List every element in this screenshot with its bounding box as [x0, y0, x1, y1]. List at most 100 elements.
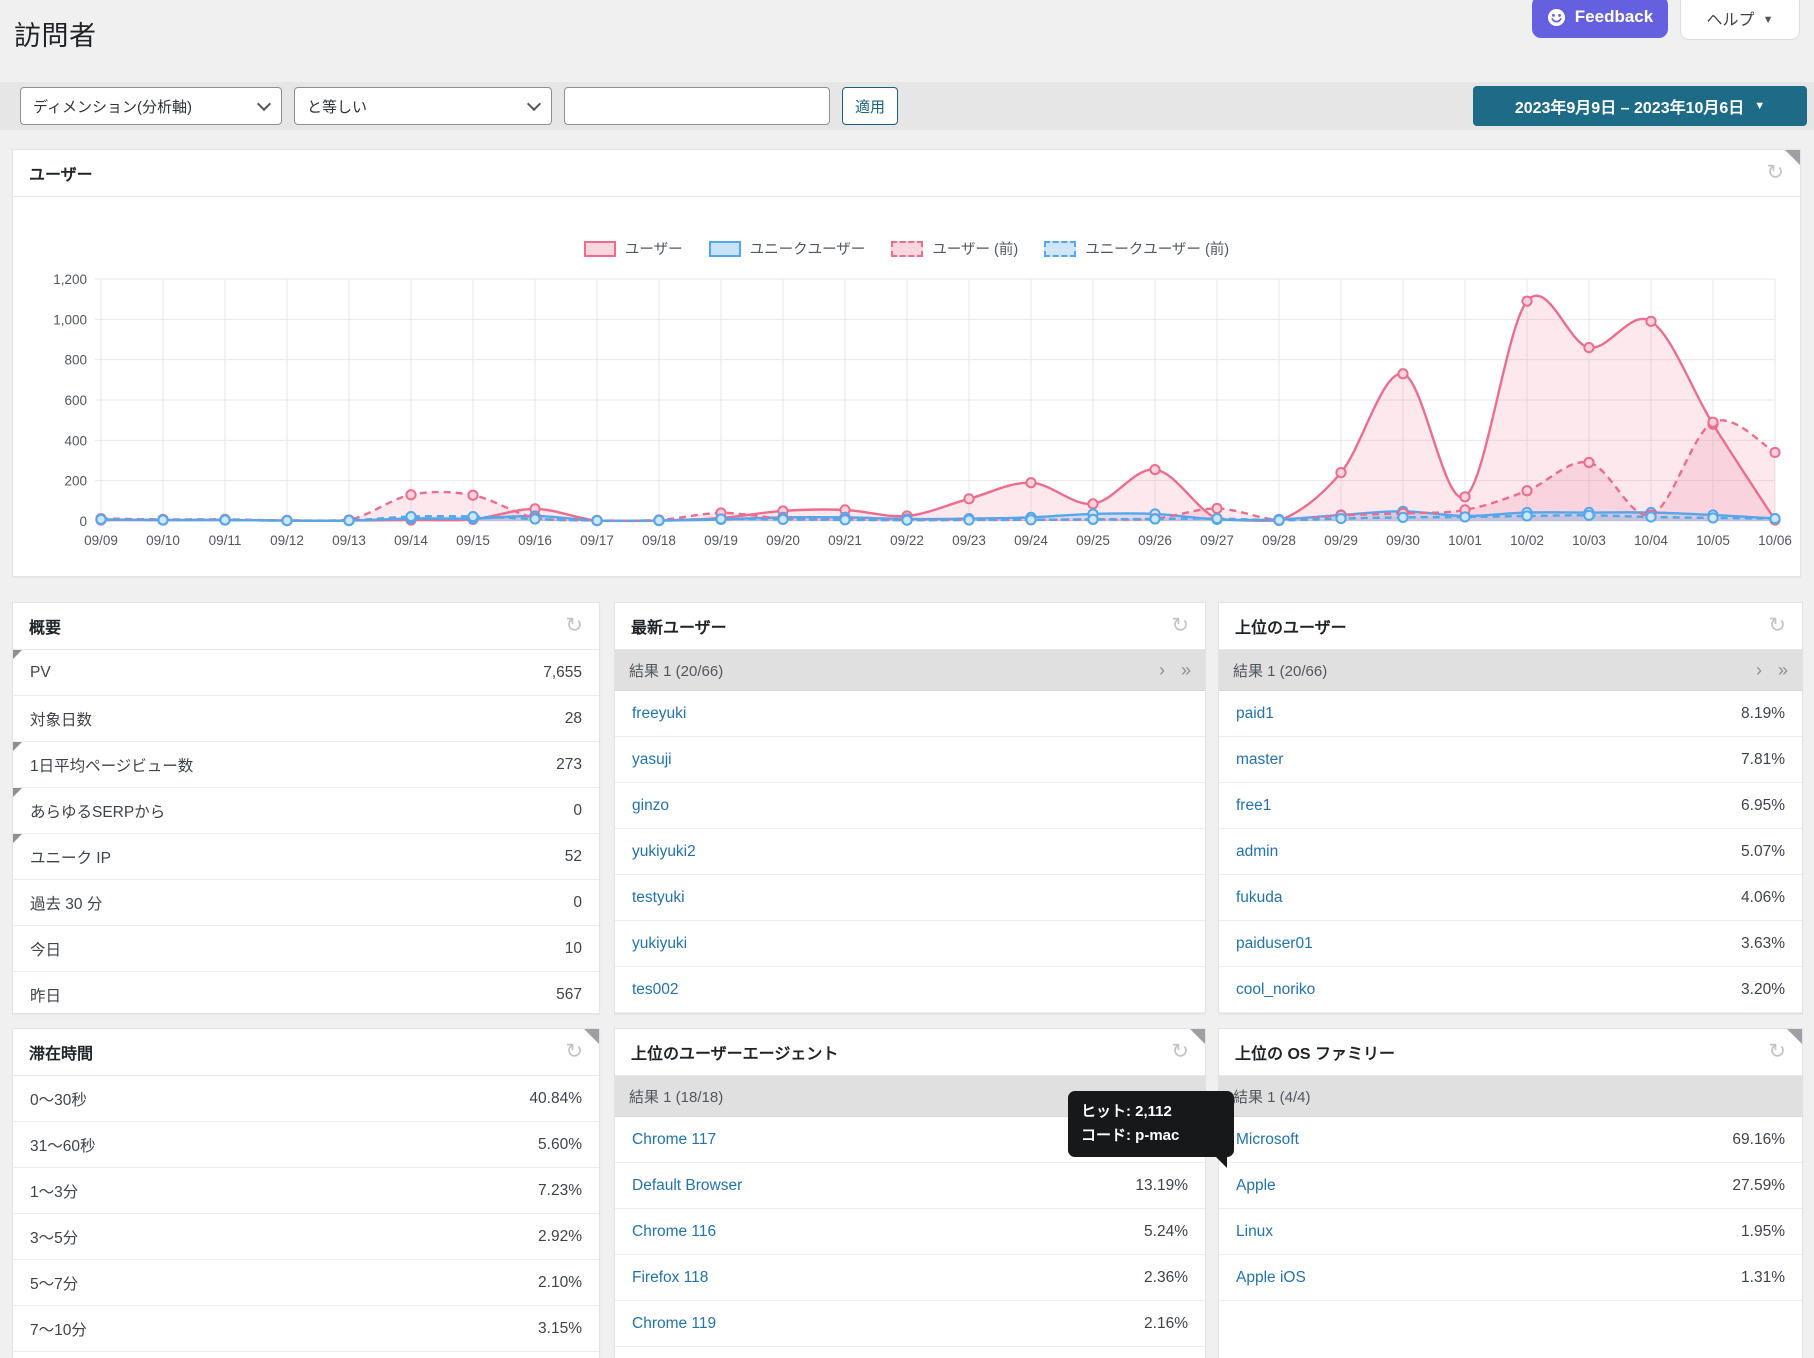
- row-link[interactable]: Apple iOS: [1236, 1269, 1306, 1287]
- operator-select[interactable]: と等しい: [294, 87, 552, 125]
- row-link[interactable]: free1: [1236, 797, 1271, 815]
- panel-corner-fold: [1190, 1029, 1205, 1044]
- row-link[interactable]: fukuda: [1236, 889, 1283, 907]
- svg-text:09/15: 09/15: [456, 533, 490, 548]
- date-range-button[interactable]: 2023年9月9日 – 2023年10月6日 ▼: [1473, 86, 1807, 126]
- feedback-button[interactable]: Feedback: [1532, 0, 1668, 38]
- smiley-icon: [1547, 8, 1566, 27]
- legend-item[interactable]: ユニークユーザー (前): [1044, 238, 1229, 259]
- table-row: Firefox 1182.36%: [615, 1255, 1205, 1301]
- row-link[interactable]: master: [1236, 751, 1283, 769]
- svg-text:10/06: 10/06: [1758, 533, 1792, 548]
- refresh-icon[interactable]: ↻: [1768, 616, 1786, 636]
- table-row: Microsoft69.16%: [1219, 1117, 1802, 1163]
- row-link[interactable]: Chrome 119: [632, 1315, 716, 1333]
- table-row: admin5.07%: [1219, 829, 1802, 875]
- svg-text:09/25: 09/25: [1076, 533, 1110, 548]
- svg-text:09/14: 09/14: [394, 533, 428, 548]
- table-row: 1日平均ページビュー数273: [13, 742, 599, 788]
- row-link[interactable]: testyuki: [632, 889, 685, 907]
- svg-text:09/26: 09/26: [1138, 533, 1172, 548]
- row-link[interactable]: Default Browser: [632, 1177, 742, 1195]
- svg-text:09/22: 09/22: [890, 533, 924, 548]
- row-link[interactable]: ginzo: [632, 797, 669, 815]
- latest-users-panel: 最新ユーザー↻結果 1 (20/66)›»freeyukiyasujiginzo…: [614, 602, 1206, 1014]
- legend-item[interactable]: ユーザー (前): [891, 238, 1018, 259]
- row-link[interactable]: Chrome 117: [632, 1131, 716, 1149]
- row-link[interactable]: admin: [1236, 843, 1278, 861]
- top_users-rows: paid18.19%master7.81%free16.95%admin5.07…: [1219, 691, 1802, 1013]
- svg-text:10/02: 10/02: [1510, 533, 1544, 548]
- row-value: 7.81%: [1741, 751, 1785, 769]
- row-value: 13.19%: [1135, 1177, 1188, 1195]
- row-value: 2.92%: [538, 1228, 582, 1246]
- svg-text:600: 600: [64, 393, 87, 408]
- table-row: ginzo: [615, 783, 1205, 829]
- filter-value-input[interactable]: [564, 87, 830, 125]
- pagination-label: 結果 1 (20/66): [1233, 660, 1327, 681]
- apply-button[interactable]: 適用: [842, 87, 898, 125]
- legend-item[interactable]: ユニークユーザー: [709, 238, 866, 259]
- refresh-icon[interactable]: ↻: [1768, 1042, 1786, 1062]
- chevron-down-icon: ▼: [1754, 100, 1765, 112]
- table-row: 1〜3分7.23%: [13, 1168, 599, 1214]
- legend-swatch: [891, 241, 923, 257]
- row-value: 3.15%: [538, 1320, 582, 1338]
- row-link[interactable]: freeyuki: [632, 705, 686, 723]
- table-row: [13, 1352, 599, 1358]
- row-value: 7.23%: [538, 1182, 582, 1200]
- overview-rows: PV7,655対象日数281日平均ページビュー数273あらゆるSERPから0ユニ…: [13, 650, 599, 1018]
- legend-swatch: [1044, 241, 1076, 257]
- row-label: 0〜30秒: [30, 1088, 87, 1110]
- row-label: 7〜10分: [30, 1318, 87, 1340]
- row-link[interactable]: tes002: [632, 981, 679, 999]
- row-link[interactable]: Firefox 118: [632, 1269, 708, 1287]
- svg-text:09/09: 09/09: [84, 533, 118, 548]
- svg-text:10/04: 10/04: [1634, 533, 1668, 548]
- row-link[interactable]: cool_noriko: [1236, 981, 1315, 999]
- row-link[interactable]: paiduser01: [1236, 935, 1313, 953]
- row-value: 40.84%: [529, 1090, 582, 1108]
- row-link[interactable]: Chrome 116: [632, 1223, 716, 1241]
- row-value: 1.31%: [1741, 1269, 1785, 1287]
- panel-corner-fold: [1785, 150, 1800, 165]
- row-link[interactable]: Microsoft: [1236, 1131, 1299, 1149]
- table-row: yukiyuki2: [615, 829, 1205, 875]
- svg-text:10/03: 10/03: [1572, 533, 1606, 548]
- row-link[interactable]: yasuji: [632, 751, 672, 769]
- row-value: 2.10%: [538, 1274, 582, 1292]
- refresh-icon[interactable]: ↻: [565, 616, 583, 636]
- legend-label: ユーザー (前): [932, 238, 1018, 259]
- top_os-title: 上位の OS ファミリー: [1235, 1040, 1395, 1064]
- refresh-icon[interactable]: ↻: [565, 1042, 583, 1062]
- chart-panel-header: ユーザー ↻: [13, 150, 1800, 197]
- row-value: 10: [565, 940, 582, 958]
- last-page-icon[interactable]: »: [1181, 663, 1191, 677]
- chevron-down-icon: ▼: [1763, 11, 1774, 30]
- legend-label: ユーザー: [625, 238, 683, 259]
- next-page-icon[interactable]: ›: [1756, 663, 1762, 677]
- chevron-down-icon: [527, 97, 541, 111]
- svg-text:09/30: 09/30: [1386, 533, 1420, 548]
- refresh-icon[interactable]: ↻: [1766, 163, 1784, 183]
- top_os-rows: Microsoft69.16%Apple27.59%Linux1.95%Appl…: [1219, 1117, 1802, 1301]
- row-link[interactable]: Apple: [1236, 1177, 1276, 1195]
- latest_users-pagination: 結果 1 (20/66)›»: [615, 650, 1205, 691]
- table-row: ユニーク IP52: [13, 834, 599, 880]
- refresh-icon[interactable]: ↻: [1171, 1042, 1189, 1062]
- row-label: 31〜60秒: [30, 1134, 95, 1156]
- table-row: Chrome 1165.24%: [615, 1209, 1205, 1255]
- legend-item[interactable]: ユーザー: [584, 238, 683, 259]
- visit-duration-panel: 滞在時間↻0〜30秒40.84%31〜60秒5.60%1〜3分7.23%3〜5分…: [12, 1028, 600, 1358]
- apply-label: 適用: [855, 96, 885, 117]
- table-row: 3〜5分2.92%: [13, 1214, 599, 1260]
- next-page-icon[interactable]: ›: [1159, 663, 1165, 677]
- last-page-icon[interactable]: »: [1778, 663, 1788, 677]
- row-link[interactable]: yukiyuki: [632, 935, 687, 953]
- row-link[interactable]: Linux: [1236, 1223, 1273, 1241]
- row-link[interactable]: paid1: [1236, 705, 1274, 723]
- dimension-select[interactable]: ディメンション(分析軸): [20, 87, 282, 125]
- refresh-icon[interactable]: ↻: [1171, 616, 1189, 636]
- row-link[interactable]: yukiyuki2: [632, 843, 696, 861]
- help-button[interactable]: ヘルプ ▼: [1680, 0, 1800, 40]
